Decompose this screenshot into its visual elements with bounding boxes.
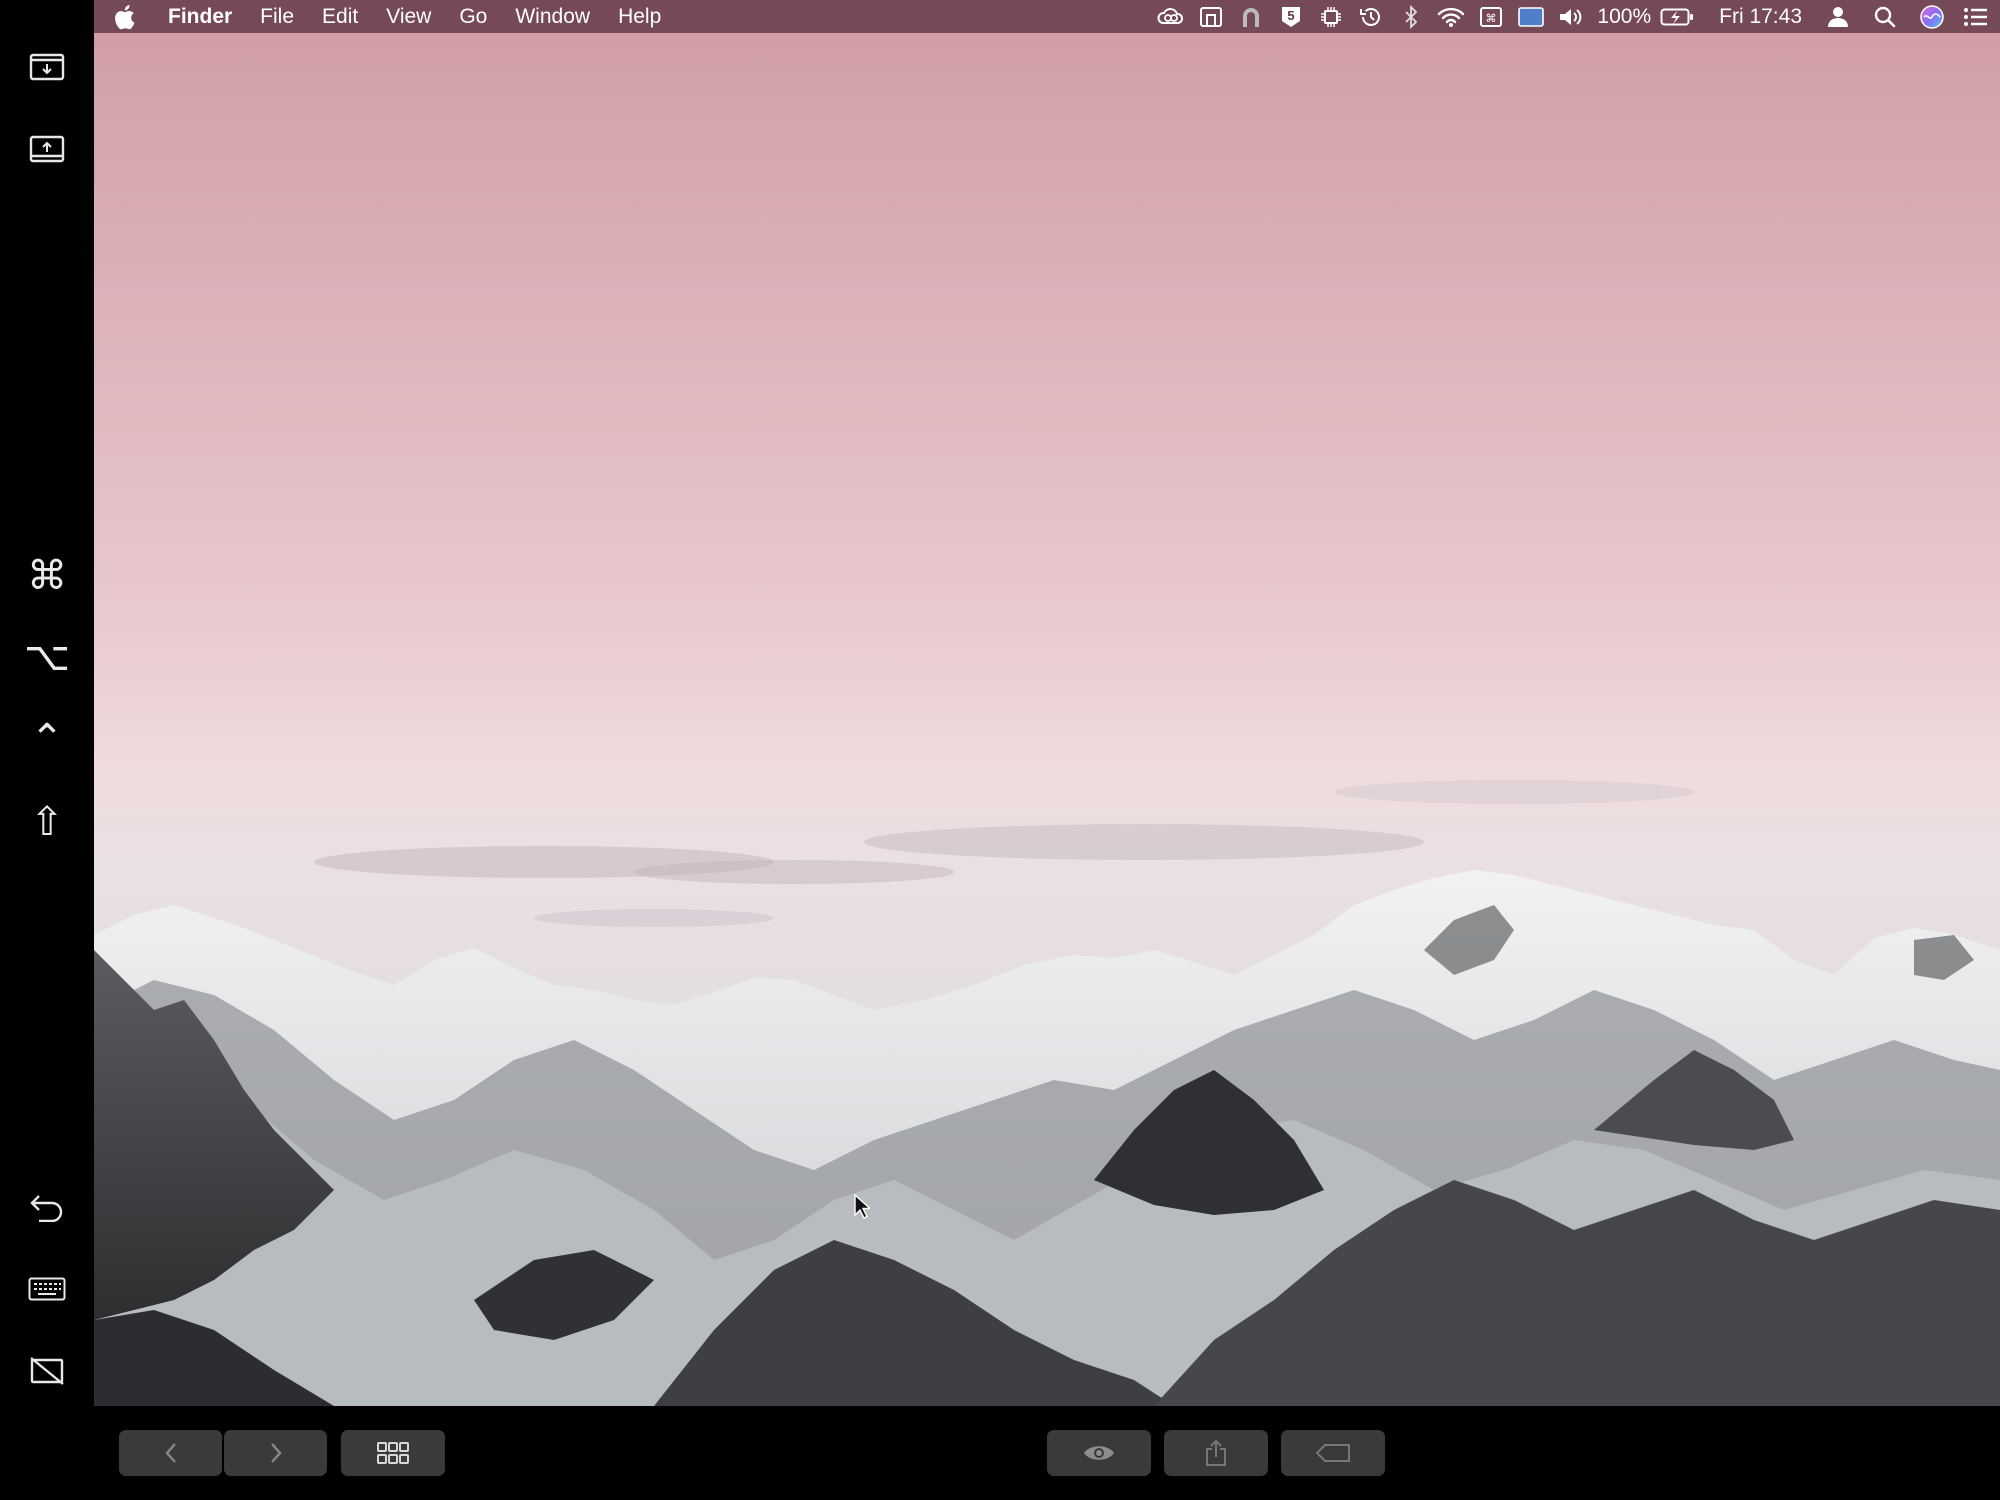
- menu-bar: Finder File Edit View Go Window Help 5 ⌘…: [94, 0, 2000, 33]
- time-machine-icon[interactable]: [1351, 0, 1391, 33]
- screen-download-icon[interactable]: [18, 38, 76, 96]
- quick-look-icon[interactable]: [1047, 1430, 1151, 1476]
- shift-key-icon[interactable]: ⇧: [18, 793, 76, 851]
- share-icon[interactable]: [1164, 1430, 1268, 1476]
- sidecar-app-icon[interactable]: [1191, 0, 1231, 33]
- option-key-icon[interactable]: ⌥: [18, 628, 76, 686]
- undo-icon[interactable]: [18, 1178, 76, 1236]
- cpu-chip-icon[interactable]: [1311, 0, 1351, 33]
- hide-display-icon[interactable]: [18, 1342, 76, 1400]
- tag-icon[interactable]: [1281, 1430, 1385, 1476]
- desktop-wallpaper: [94, 0, 2000, 1406]
- siri-icon[interactable]: [1912, 0, 1952, 33]
- wifi-icon[interactable]: [1431, 0, 1471, 33]
- menu-window[interactable]: Window: [501, 5, 604, 29]
- display-mirroring-icon[interactable]: [1511, 0, 1551, 33]
- battery-charging-icon[interactable]: [1657, 0, 1697, 33]
- vpn-arch-icon[interactable]: [1231, 0, 1271, 33]
- menu-help[interactable]: Help: [604, 5, 675, 29]
- control-key-icon[interactable]: ⌃: [18, 710, 76, 768]
- svg-text:⌘: ⌘: [1486, 12, 1497, 25]
- volume-icon[interactable]: [1551, 0, 1591, 33]
- screen-upload-icon[interactable]: [18, 120, 76, 178]
- svg-text:5: 5: [1288, 8, 1295, 23]
- apple-menu-icon[interactable]: [94, 4, 154, 30]
- user-account-icon[interactable]: [1818, 0, 1858, 33]
- menu-file[interactable]: File: [246, 5, 308, 29]
- menubar-clock[interactable]: Fri 17:43: [1697, 5, 1818, 29]
- spotlight-search-icon[interactable]: [1858, 0, 1912, 33]
- keyboard-viewer-icon[interactable]: ⌘: [1471, 0, 1511, 33]
- status-menu-area: 5 ⌘ 100% Fri 17:43: [1151, 0, 2000, 33]
- menu-go[interactable]: Go: [445, 5, 501, 29]
- keyboard-icon[interactable]: [18, 1260, 76, 1318]
- touch-bar: [94, 1406, 2000, 1500]
- menu-view[interactable]: View: [372, 5, 445, 29]
- s-badge-icon[interactable]: 5: [1271, 0, 1311, 33]
- creative-cloud-icon[interactable]: [1151, 0, 1191, 33]
- forward-icon[interactable]: [224, 1430, 327, 1476]
- notification-center-icon[interactable]: [1952, 0, 2000, 33]
- mountain-wallpaper-image: [94, 780, 2000, 1406]
- back-icon[interactable]: [119, 1430, 222, 1476]
- bluetooth-icon[interactable]: [1391, 0, 1431, 33]
- sidecar-sidebar: ⌘ ⌥ ⌃ ⇧: [0, 0, 94, 1500]
- menu-app-finder[interactable]: Finder: [154, 5, 246, 29]
- battery-percent[interactable]: 100%: [1591, 5, 1657, 29]
- mouse-cursor-icon: [854, 1193, 872, 1225]
- grid-view-icon[interactable]: [341, 1430, 445, 1476]
- menu-edit[interactable]: Edit: [308, 5, 372, 29]
- command-key-icon[interactable]: ⌘: [18, 547, 76, 605]
